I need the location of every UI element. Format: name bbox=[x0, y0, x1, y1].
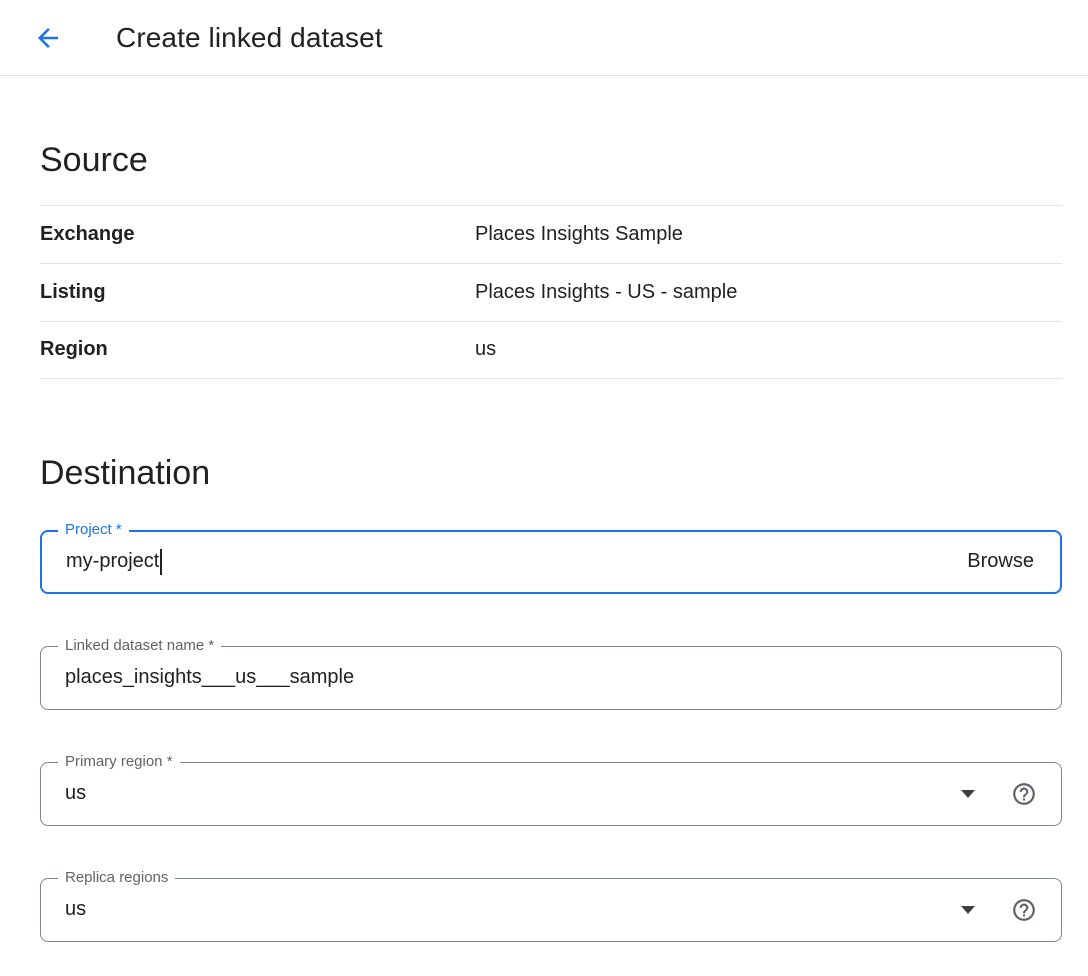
exchange-label: Exchange bbox=[40, 223, 475, 246]
header: Create linked dataset bbox=[0, 0, 1088, 76]
table-row: Exchange Places Insights Sample bbox=[40, 205, 1062, 263]
table-row: Region us bbox=[40, 321, 1062, 379]
listing-label: Listing bbox=[40, 281, 475, 304]
linked-dataset-name-value: places_insights___us___sample bbox=[65, 666, 354, 689]
destination-heading: Destination bbox=[40, 453, 1062, 494]
project-input-value: my-project bbox=[66, 550, 159, 573]
exchange-value: Places Insights Sample bbox=[475, 223, 683, 246]
back-button[interactable] bbox=[26, 16, 70, 60]
text-cursor bbox=[160, 549, 162, 575]
caret-down-icon[interactable] bbox=[961, 906, 975, 914]
question-mark-circle-icon bbox=[1011, 897, 1037, 923]
replica-regions-value: us bbox=[65, 898, 86, 921]
primary-region-label: Primary region * bbox=[58, 752, 180, 772]
table-row: Listing Places Insights - US - sample bbox=[40, 263, 1062, 321]
replica-regions-field[interactable]: Replica regions us bbox=[40, 878, 1062, 942]
page-title: Create linked dataset bbox=[116, 22, 383, 54]
primary-region-value: us bbox=[65, 782, 86, 805]
source-heading: Source bbox=[40, 140, 1062, 181]
linked-dataset-name-field[interactable]: Linked dataset name * places_insights___… bbox=[40, 646, 1062, 710]
project-field[interactable]: Project * my-project Browse bbox=[40, 530, 1062, 594]
source-table: Exchange Places Insights Sample Listing … bbox=[40, 205, 1062, 379]
region-value: us bbox=[475, 338, 496, 361]
linked-dataset-name-input[interactable]: places_insights___us___sample bbox=[65, 666, 1037, 689]
caret-down-icon[interactable] bbox=[961, 790, 975, 798]
browse-button[interactable]: Browse bbox=[967, 550, 1036, 573]
content: Source Exchange Places Insights Sample L… bbox=[0, 140, 1088, 970]
listing-value: Places Insights - US - sample bbox=[475, 281, 737, 304]
arrow-back-icon bbox=[33, 23, 63, 53]
project-input[interactable]: my-project bbox=[66, 549, 967, 575]
project-field-label: Project * bbox=[58, 520, 129, 540]
linked-dataset-name-label: Linked dataset name * bbox=[58, 636, 221, 656]
replica-regions-help-button[interactable] bbox=[1011, 897, 1037, 923]
primary-region-field[interactable]: Primary region * us bbox=[40, 762, 1062, 826]
primary-region-help-button[interactable] bbox=[1011, 781, 1037, 807]
replica-regions-select[interactable]: us bbox=[65, 898, 949, 921]
primary-region-select[interactable]: us bbox=[65, 782, 949, 805]
region-label: Region bbox=[40, 338, 475, 361]
question-mark-circle-icon bbox=[1011, 781, 1037, 807]
replica-regions-label: Replica regions bbox=[58, 868, 175, 888]
